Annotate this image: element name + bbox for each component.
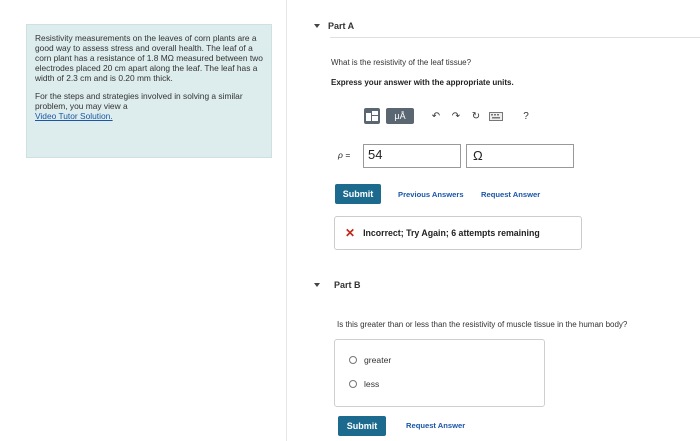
strategy-text: For the steps and strategies involved in… (35, 91, 243, 111)
symbols-button[interactable]: μÅ (386, 108, 414, 124)
value-input[interactable]: 54 (363, 144, 461, 168)
caret-down-icon (314, 24, 320, 28)
part-a-submit-button[interactable]: Submit (335, 184, 381, 204)
caret-down-icon (314, 283, 320, 287)
radio-button[interactable] (349, 380, 357, 388)
feedback-message: ✕ Incorrect; Try Again; 6 attempts remai… (334, 216, 582, 250)
unit-input[interactable]: Ω (466, 144, 574, 168)
option-greater[interactable]: greater (349, 355, 391, 365)
part-a-header[interactable]: Part A (314, 21, 354, 31)
help-icon[interactable]: ? (516, 108, 536, 124)
part-a-instruction: Express your answer with the appropriate… (331, 78, 514, 87)
micro-label: μÅ (394, 111, 406, 121)
option-label: less (364, 379, 380, 389)
feedback-text: Incorrect; Try Again; 6 attempts remaini… (363, 228, 540, 238)
video-tutor-link[interactable]: Video Tutor Solution. (35, 111, 113, 121)
part-a-question: What is the resistivity of the leaf tiss… (331, 58, 472, 67)
previous-answers-link[interactable]: Previous Answers (398, 190, 464, 199)
part-b-submit-button[interactable]: Submit (338, 416, 386, 436)
redo-icon[interactable]: ↷ (446, 108, 466, 124)
templates-icon[interactable] (364, 108, 380, 124)
part-a-request-answer-link[interactable]: Request Answer (481, 190, 540, 199)
radio-button[interactable] (349, 356, 357, 364)
part-a-separator (330, 37, 700, 38)
undo-icon[interactable]: ↶ (426, 108, 446, 124)
part-b-header[interactable]: Part B (314, 280, 361, 290)
rho-label: ρ = (338, 150, 351, 160)
math-toolbar: μÅ ↶ ↷ ↻ ? (364, 108, 536, 124)
part-b-request-answer-link[interactable]: Request Answer (406, 421, 465, 430)
option-label: greater (364, 355, 392, 365)
part-b-question: Is this greater than or less than the re… (337, 320, 628, 329)
part-a-title: Part A (328, 21, 355, 31)
incorrect-icon: ✕ (345, 226, 356, 240)
part-b-title: Part B (334, 280, 361, 290)
problem-text: Resistivity measurements on the leaves o… (35, 33, 263, 83)
answer-options: greater less (334, 339, 545, 407)
keyboard-icon[interactable] (486, 108, 506, 124)
option-less[interactable]: less (349, 379, 379, 389)
problem-statement: Resistivity measurements on the leaves o… (26, 24, 272, 158)
reset-icon[interactable]: ↻ (466, 108, 486, 124)
column-divider (286, 0, 287, 441)
